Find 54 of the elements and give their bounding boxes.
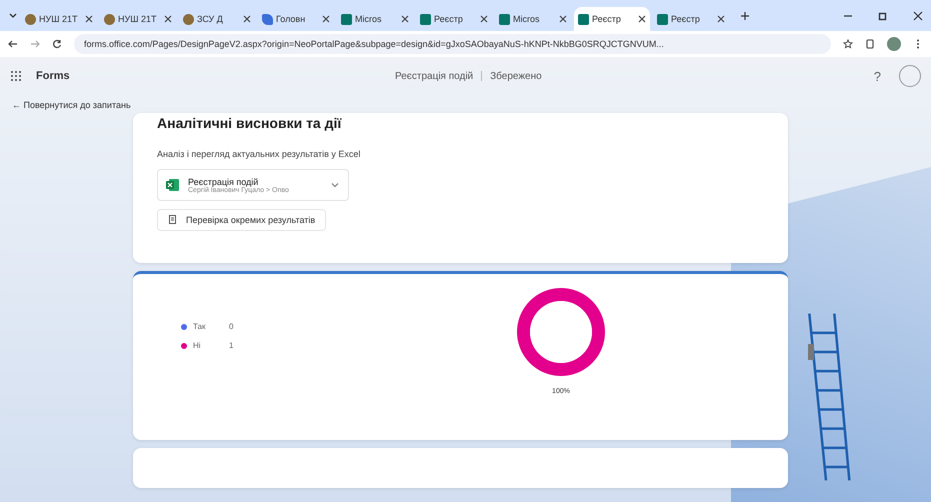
- app-launcher-icon[interactable]: [10, 70, 22, 82]
- star-icon[interactable]: [843, 39, 853, 49]
- browser-tab[interactable]: ЗСУ Д: [179, 7, 255, 31]
- help-button[interactable]: ?: [874, 68, 881, 84]
- new-tab-icon[interactable]: [740, 10, 750, 20]
- favicon-icon: [341, 14, 352, 24]
- favicon-icon: [262, 14, 273, 24]
- address-bar[interactable]: forms.office.com/Pages/DesignPageV2.aspx?origin=NeoPortalPage&subpage=design&id=gJxoSAObayaNuS-hKNPt-NkbBG0SRQJCTGNVUM...: [74, 34, 831, 54]
- favicon-icon: [657, 14, 668, 24]
- browser-tab[interactable]: Micros: [337, 7, 413, 31]
- close-icon[interactable]: [913, 10, 923, 20]
- close-tab-icon[interactable]: [322, 15, 330, 23]
- favicon-icon: [104, 14, 115, 24]
- close-tab-icon[interactable]: [243, 15, 251, 23]
- tab-search-icon[interactable]: [8, 10, 18, 20]
- browser-tab[interactable]: НУШ 21Т: [100, 7, 176, 31]
- favicon-icon: [183, 14, 194, 24]
- favicon-icon: [578, 14, 589, 24]
- excel-icon: [166, 178, 180, 192]
- review-results-button[interactable]: Перевірка окремих результатів: [157, 209, 326, 231]
- close-tab-icon[interactable]: [85, 15, 93, 23]
- legend-label: Ні: [193, 341, 202, 350]
- browser-tab[interactable]: Реєстр: [574, 7, 650, 31]
- close-tab-icon[interactable]: [480, 15, 488, 23]
- browser-tab[interactable]: Micros: [495, 7, 571, 31]
- browser-tab[interactable]: НУШ 21Т: [21, 7, 97, 31]
- legend-count: 0: [229, 322, 234, 331]
- favicon-icon: [499, 14, 510, 24]
- scrollbar-thumb[interactable]: [808, 344, 814, 360]
- card-subtitle: Аналіз і перегляд актуальних результатів у Excel: [157, 149, 362, 159]
- close-tab-icon[interactable]: [559, 15, 567, 23]
- close-tab-icon[interactable]: [638, 15, 646, 23]
- save-status: Збережено: [490, 70, 542, 82]
- form-title: Реєстрація подій: [395, 70, 474, 82]
- reload-icon[interactable]: [52, 39, 62, 49]
- browser-tab[interactable]: Реєстр: [653, 7, 729, 31]
- legend-label: Так: [193, 322, 206, 331]
- browser-tab[interactable]: Реєстр: [416, 7, 492, 31]
- file-name: Реєстрація подій: [188, 176, 260, 186]
- document-icon: [168, 215, 178, 225]
- close-tab-icon[interactable]: [164, 15, 172, 23]
- legend-count: 1: [229, 341, 234, 350]
- chevron-down-icon[interactable]: [330, 180, 340, 190]
- close-tab-icon[interactable]: [401, 15, 409, 23]
- restore-icon[interactable]: [878, 10, 888, 20]
- browser-tab[interactable]: Головн: [258, 7, 334, 31]
- favicon-icon: [420, 14, 431, 24]
- favicon-icon: [25, 14, 36, 24]
- back-arrow-icon[interactable]: [8, 39, 18, 49]
- close-tab-icon[interactable]: [717, 15, 725, 23]
- back-link[interactable]: ← Повернутися до запитань: [12, 100, 131, 110]
- profile-avatar-icon[interactable]: [887, 37, 901, 51]
- app-name: Forms: [36, 70, 70, 82]
- card-title: Аналітичні висновки та дії: [157, 115, 342, 131]
